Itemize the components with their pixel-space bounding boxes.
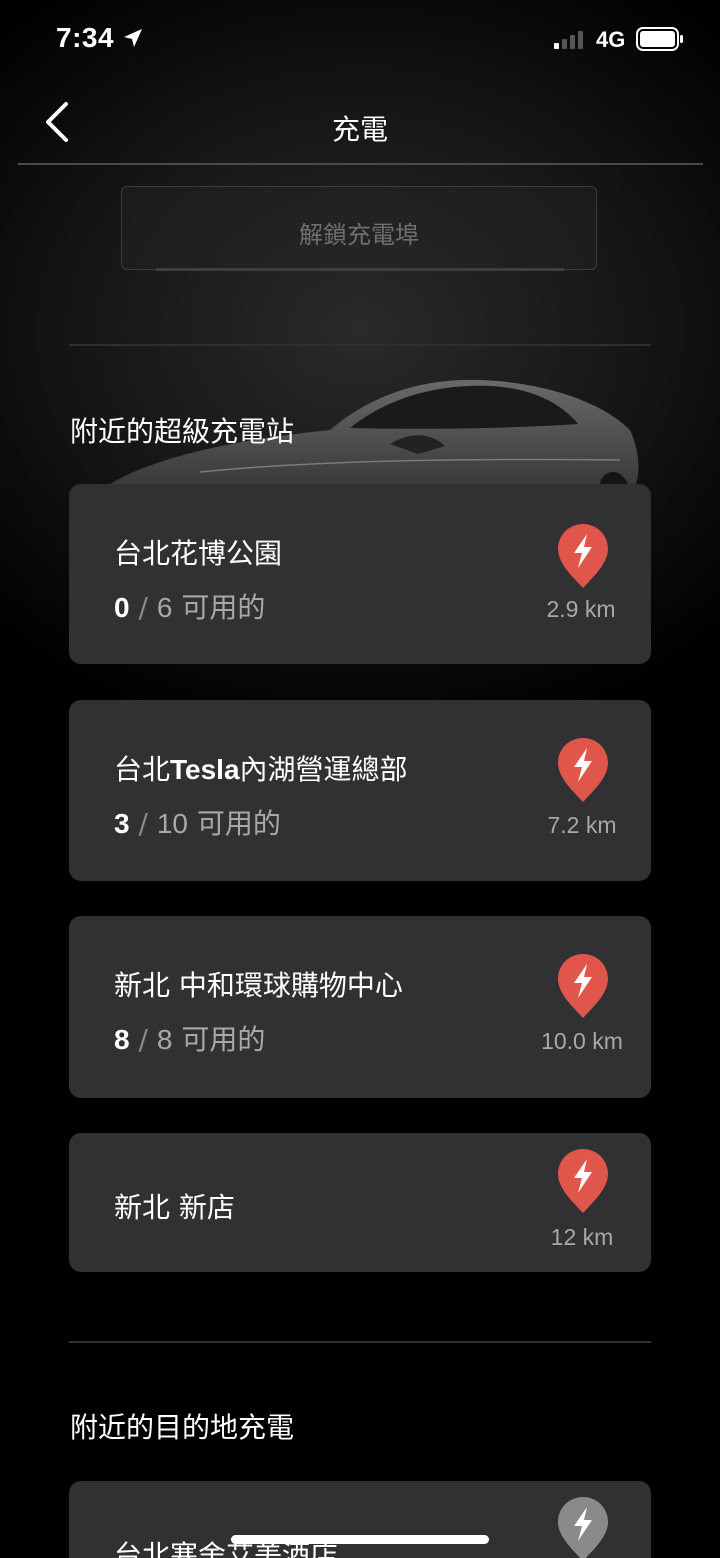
home-indicator[interactable]: [231, 1535, 489, 1544]
station-distance: 10.0 km: [541, 1028, 623, 1054]
availability-suffix: 可用的: [181, 591, 266, 624]
location-arrow-icon: [124, 29, 142, 47]
station-card[interactable]: 台北寒舍艾美酒店: [69, 1481, 651, 1558]
section-divider: [69, 1341, 651, 1343]
availability-suffix: 可用的: [181, 1023, 266, 1056]
station-card[interactable]: 台北花博公園 0 / 6 可用的 2.9 km: [69, 484, 651, 664]
station-distance: 12 km: [550, 1224, 614, 1250]
availability-separator: /: [138, 807, 157, 840]
section-divider: [69, 344, 651, 346]
availability-separator: /: [138, 1023, 157, 1056]
unlock-button-underline: [156, 268, 564, 271]
station-availability: 8 / 8 可用的: [114, 1018, 265, 1058]
network-type: 4G: [596, 27, 626, 52]
station-name-prefix: 台北: [114, 753, 171, 786]
station-card[interactable]: 台北Tesla內湖營運總部 3 / 10 可用的 7.2 km: [69, 700, 651, 881]
page-title: 充電: [331, 113, 388, 146]
status-bar: 7:34 4G: [0, 0, 720, 80]
station-name: 新北 中和環球購物中心: [114, 969, 403, 1002]
station-name-brand: Tesla: [170, 754, 240, 785]
station-availability: 0 / 6 可用的: [114, 586, 265, 626]
station-card[interactable]: 新北 中和環球購物中心 8 / 8 可用的 10.0 km: [69, 916, 651, 1098]
charging-screen: 7:34 4G 充電 解鎖充電埠 附近的超級充電站 台北花博公園 0 / 6 可…: [0, 0, 720, 1558]
total-count: 6: [156, 592, 173, 623]
status-time: 7:34: [56, 22, 115, 53]
station-name: 台北花博公園: [114, 537, 283, 570]
supercharger-pin-icon: [558, 954, 608, 1018]
availability-suffix: 可用的: [196, 807, 281, 840]
superchargers-heading: 附近的超級充電站: [70, 415, 295, 448]
available-count: 8: [114, 1024, 130, 1055]
station-distance: 2.9 km: [546, 596, 616, 622]
supercharger-pin-icon: [558, 1149, 608, 1213]
station-name: 台北Tesla內湖營運總部: [114, 748, 408, 788]
destination-charger-pin-icon: [558, 1497, 608, 1558]
available-count: 3: [114, 808, 130, 839]
total-count: 10: [156, 808, 188, 839]
nav-divider: [18, 163, 703, 165]
nav-bar: 充電: [0, 86, 720, 164]
destination-chargers-heading: 附近的目的地充電: [70, 1411, 295, 1444]
supercharger-pin-icon: [558, 524, 608, 588]
unlock-charge-port-button[interactable]: 解鎖充電埠: [121, 186, 597, 271]
total-count: 8: [156, 1024, 173, 1055]
station-distance: 7.2 km: [547, 812, 617, 838]
station-availability: 3 / 10 可用的: [114, 802, 281, 842]
station-name-suffix: 內湖營運總部: [239, 753, 408, 786]
cellular-signal-icon: [554, 31, 583, 49]
battery-icon: [636, 27, 683, 51]
available-count: 0: [114, 592, 130, 623]
unlock-charge-port-label: 解鎖充電埠: [299, 221, 419, 249]
station-card[interactable]: 新北 新店 12 km: [69, 1133, 651, 1272]
supercharger-pin-icon: [558, 738, 608, 802]
station-name: 新北 新店: [114, 1191, 235, 1224]
availability-separator: /: [138, 591, 157, 624]
